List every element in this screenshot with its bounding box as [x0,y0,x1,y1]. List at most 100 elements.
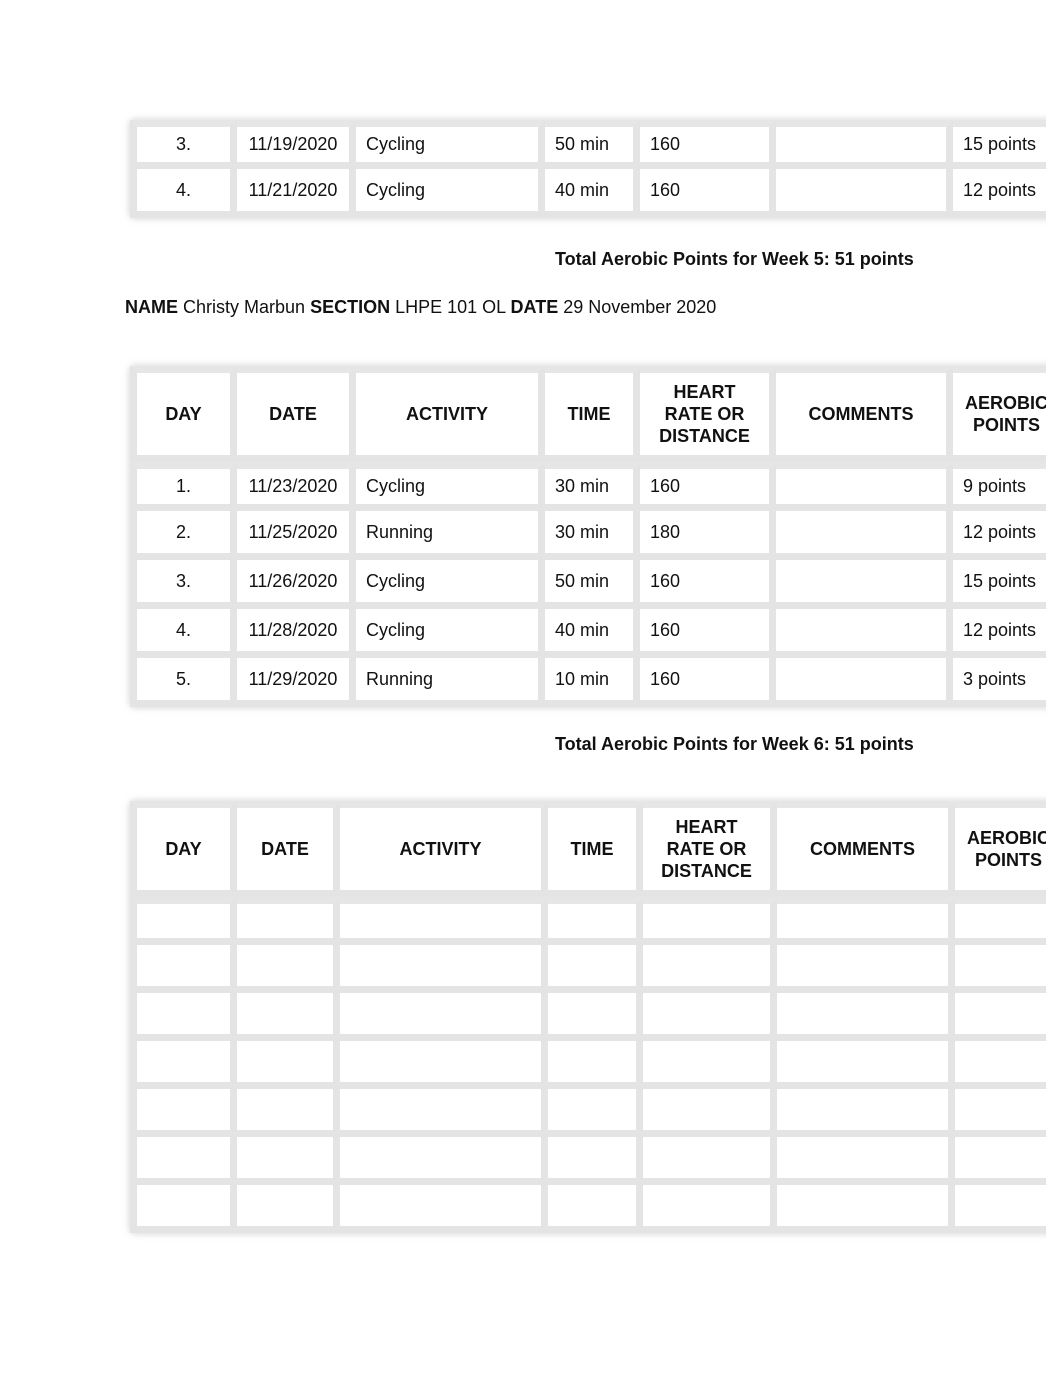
header-row: DAY DATE ACTIVITY TIME HEART RATE OR DIS… [130,366,1046,462]
table-row: 4. 11/21/2020 Cycling 40 min 160 12 points [130,169,1046,218]
cell-aerobic-points: 12 points [953,169,1046,218]
date-value: 29 November 2020 [563,297,717,317]
cell-activity [340,945,548,993]
cell-date: 11/23/2020 [237,462,356,511]
header-heart-rate: HEART RATE OR DISTANCE [640,366,776,462]
cell-time: 30 min [545,462,640,511]
cell-aerobic-points [955,1041,1046,1089]
empty-table-row [130,1137,1046,1185]
cell-activity [340,1041,548,1089]
empty-table-row [130,993,1046,1041]
cell-time [548,993,643,1041]
cell-heart-rate: 160 [640,169,776,218]
cell-comments [777,1089,955,1137]
cell-day: 1. [130,462,237,511]
cell-date [237,945,340,993]
cell-date: 11/26/2020 [237,560,356,609]
cell-heart-rate [643,897,777,945]
section-value: LHPE 101 OL [395,297,506,317]
header-comments: COMMENTS [777,801,955,897]
table-row: 5. 11/29/2020 Running 10 min 160 3 points [130,658,1046,707]
cell-comments [777,1041,955,1089]
header-day: DAY [130,366,237,462]
cell-day [130,1089,237,1137]
cell-heart-rate: 180 [640,511,776,560]
cell-activity: Cycling [356,120,545,169]
week5-total: Total Aerobic Points for Week 5: 51 poin… [555,249,914,269]
cell-aerobic-points [955,1185,1046,1233]
empty-table-row [130,897,1046,945]
week6-log-table: DAY DATE ACTIVITY TIME HEART RATE OR DIS… [130,366,1046,707]
cell-aerobic-points: 15 points [953,560,1046,609]
cell-time: 30 min [545,511,640,560]
header-comments: COMMENTS [776,366,953,462]
cell-activity [340,993,548,1041]
cell-heart-rate [643,1137,777,1185]
date-label: DATE [510,297,559,317]
cell-comments [777,1137,955,1185]
student-info-line: NAME Christy Marbun SECTION LHPE 101 OL … [125,297,716,318]
cell-heart-rate [643,1185,777,1233]
cell-date [237,897,340,945]
cell-comments [776,169,953,218]
cell-aerobic-points: 15 points [953,120,1046,169]
week5-log-table: 3. 11/19/2020 Cycling 50 min 160 15 points 4. 1… [130,120,1046,218]
cell-heart-rate [643,1041,777,1089]
cell-day [130,945,237,993]
cell-time [548,1137,643,1185]
cell-heart-rate: 160 [640,462,776,511]
cell-comments [777,945,955,993]
cell-time [548,897,643,945]
cell-date: 11/21/2020 [237,169,356,218]
cell-date [237,1185,340,1233]
section-label: SECTION [310,297,391,317]
cell-time [548,1185,643,1233]
cell-heart-rate [643,1089,777,1137]
cell-day: 3. [130,560,237,609]
cell-comments [776,658,953,707]
cell-time: 10 min [545,658,640,707]
cell-date: 11/19/2020 [237,120,356,169]
header-heart-rate: HEART RATE OR DISTANCE [643,801,777,897]
cell-time [548,1089,643,1137]
header-activity: ACTIVITY [356,366,545,462]
header-aerobic-points: AEROBIC POINTS [953,366,1046,462]
cell-time: 40 min [545,609,640,658]
cell-day [130,897,237,945]
cell-comments [776,120,953,169]
cell-aerobic-points [955,945,1046,993]
cell-activity: Cycling [356,462,545,511]
header-time: TIME [545,366,640,462]
cell-date: 11/29/2020 [237,658,356,707]
cell-activity: Cycling [356,169,545,218]
cell-heart-rate: 160 [640,658,776,707]
cell-time: 50 min [545,120,640,169]
cell-heart-rate: 160 [640,609,776,658]
cell-time: 50 min [545,560,640,609]
cell-activity [340,1137,548,1185]
cell-day: 3. [130,120,237,169]
cell-aerobic-points: 3 points [953,658,1046,707]
cell-comments [776,560,953,609]
cell-comments [776,511,953,560]
table-row: 3. 11/19/2020 Cycling 50 min 160 15 points [130,120,1046,169]
header-date: DATE [237,801,340,897]
cell-activity [340,1089,548,1137]
cell-aerobic-points [955,1137,1046,1185]
cell-aerobic-points: 12 points [953,609,1046,658]
cell-activity: Running [356,511,545,560]
cell-date [237,1089,340,1137]
cell-comments [776,609,953,658]
table-row: 3. 11/26/2020 Cycling 50 min 160 15 points [130,560,1046,609]
empty-table-row [130,1041,1046,1089]
cell-day [130,1137,237,1185]
cell-activity [340,1185,548,1233]
cell-time [548,1041,643,1089]
blank-log-table: DAY DATE ACTIVITY TIME HEART RATE OR DIS… [130,801,1046,1233]
cell-day: 4. [130,609,237,658]
cell-date [237,993,340,1041]
week6-total: Total Aerobic Points for Week 6: 51 poin… [555,734,914,754]
cell-comments [776,462,953,511]
cell-aerobic-points [955,993,1046,1041]
header-date: DATE [237,366,356,462]
